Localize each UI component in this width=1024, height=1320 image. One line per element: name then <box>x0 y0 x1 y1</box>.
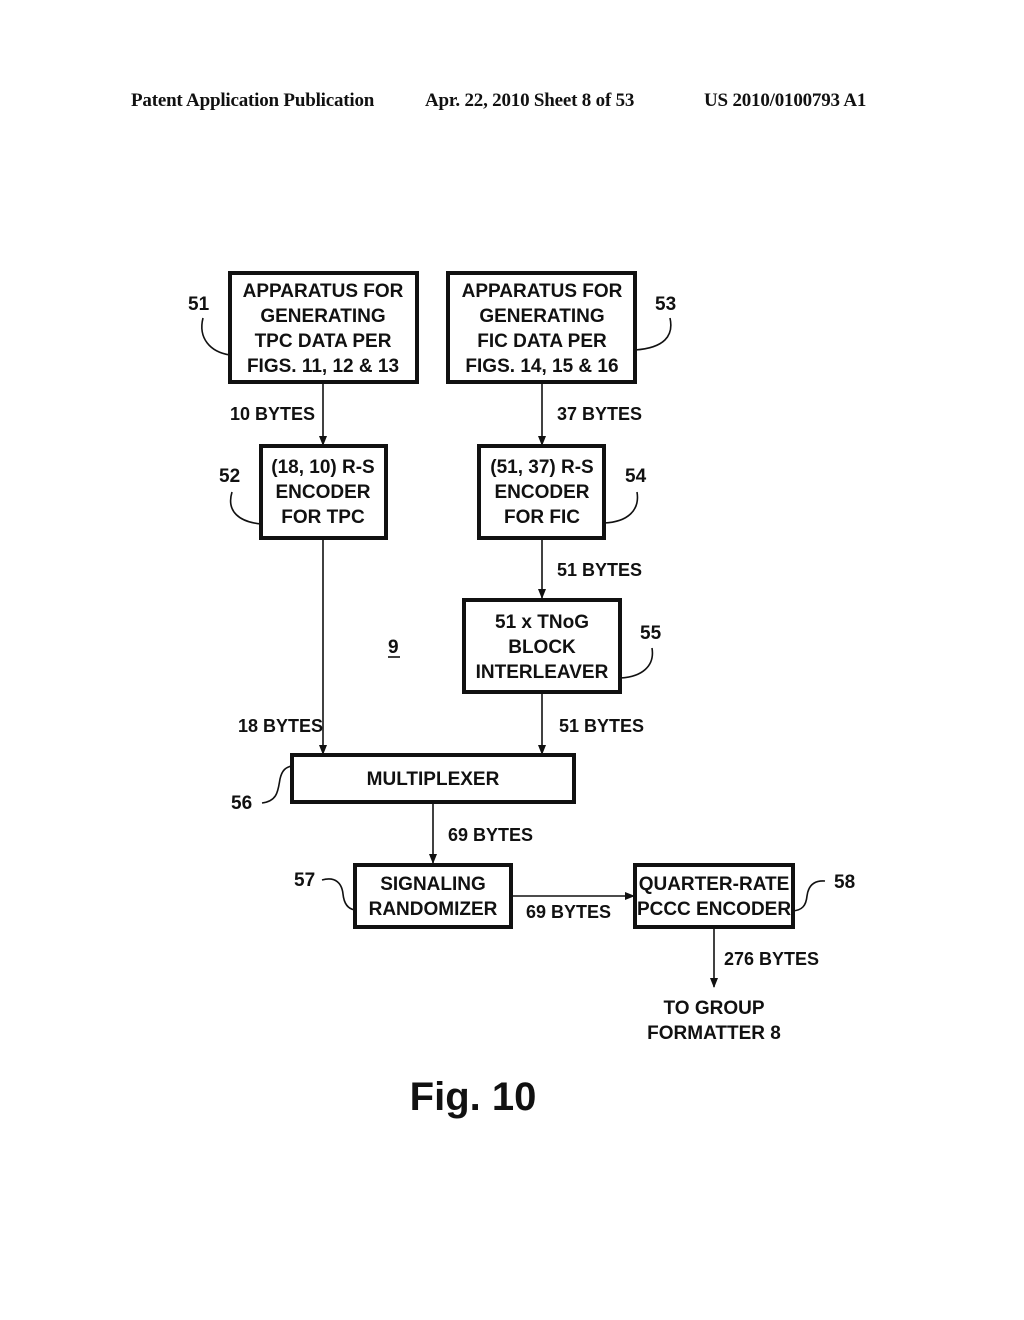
edge-label-10-bytes: 10 BYTES <box>230 404 315 424</box>
block-54-line-3: FOR FIC <box>504 507 580 528</box>
leader-line-57 <box>321 878 356 911</box>
edge-label-69-bytes-a: 69 BYTES <box>448 825 533 845</box>
edge-label-37-bytes: 37 BYTES <box>557 404 642 424</box>
system-ref-label: 9 <box>388 637 399 658</box>
block-block-interleaver: 51 x TNoG BLOCK INTERLEAVER <box>462 598 622 694</box>
block-53-line-4: FIGS. 14, 15 & 16 <box>465 356 618 377</box>
edge-label-51-bytes-a: 51 BYTES <box>557 560 642 580</box>
ref-label-55: 55 <box>640 623 662 644</box>
block-54-line-2: ENCODER <box>494 482 589 503</box>
block-57-line-2: RANDOMIZER <box>369 899 498 920</box>
block-diagram: APPARATUS FOR GENERATING TPC DATA PER FI… <box>188 271 855 1119</box>
edge-label-51-bytes-b: 51 BYTES <box>559 716 644 736</box>
ref-label-58: 58 <box>834 872 855 893</box>
block-56-line-1: MULTIPLEXER <box>367 769 500 790</box>
block-51-line-1: APPARATUS FOR <box>243 281 404 302</box>
block-rs-encoder-fic: (51, 37) R-S ENCODER FOR FIC <box>477 444 606 540</box>
block-54-line-1: (51, 37) R-S <box>490 457 593 478</box>
block-53-line-1: APPARATUS FOR <box>462 281 623 302</box>
ref-label-52: 52 <box>219 466 240 487</box>
leader-line-54 <box>603 491 639 524</box>
block-fic-data-generator: APPARATUS FOR GENERATING FIC DATA PER FI… <box>446 271 637 384</box>
block-51-line-4: FIGS. 11, 12 & 13 <box>247 356 399 377</box>
block-52-line-1: (18, 10) R-S <box>271 457 374 478</box>
edge-label-69-bytes-b: 69 BYTES <box>526 902 611 922</box>
block-55-line-1: 51 x TNoG <box>495 612 589 633</box>
block-52-line-3: FOR TPC <box>281 507 365 528</box>
edge-label-276-bytes: 276 BYTES <box>724 949 819 969</box>
block-53-line-3: FIC DATA PER <box>477 331 607 352</box>
block-53-line-2: GENERATING <box>479 306 604 327</box>
block-signaling-randomizer: SIGNALING RANDOMIZER <box>353 863 513 929</box>
output-label-line-1: TO GROUP <box>664 998 765 1019</box>
block-55-line-3: INTERLEAVER <box>476 662 609 683</box>
ref-label-51: 51 <box>188 294 210 315</box>
block-58-line-2: PCCC ENCODER <box>637 899 791 920</box>
block-55-line-2: BLOCK <box>508 637 576 658</box>
leader-line-55 <box>619 647 654 679</box>
ref-label-53: 53 <box>655 294 676 315</box>
block-51-line-2: GENERATING <box>260 306 385 327</box>
leader-line-53 <box>634 317 672 351</box>
ref-label-57: 57 <box>294 870 315 891</box>
edge-label-18-bytes: 18 BYTES <box>238 716 323 736</box>
block-58-line-1: QUARTER-RATE <box>639 874 790 895</box>
block-57-line-1: SIGNALING <box>380 874 486 895</box>
ref-label-54: 54 <box>625 466 647 487</box>
figure-caption: Fig. 10 <box>410 1075 537 1119</box>
output-label-line-2: FORMATTER 8 <box>647 1023 781 1044</box>
block-51-line-3: TPC DATA PER <box>255 331 392 352</box>
block-pccc-encoder: QUARTER-RATE PCCC ENCODER <box>633 863 795 929</box>
block-52-line-2: ENCODER <box>275 482 370 503</box>
leader-line-58 <box>792 880 826 912</box>
leader-line-56 <box>261 765 293 804</box>
block-rs-encoder-tpc: (18, 10) R-S ENCODER FOR TPC <box>259 444 388 540</box>
leader-line-51 <box>201 317 231 356</box>
ref-label-56: 56 <box>231 793 252 814</box>
leader-line-52 <box>229 491 262 525</box>
block-tpc-data-generator: APPARATUS FOR GENERATING TPC DATA PER FI… <box>228 271 419 384</box>
block-multiplexer: MULTIPLEXER <box>290 753 576 804</box>
